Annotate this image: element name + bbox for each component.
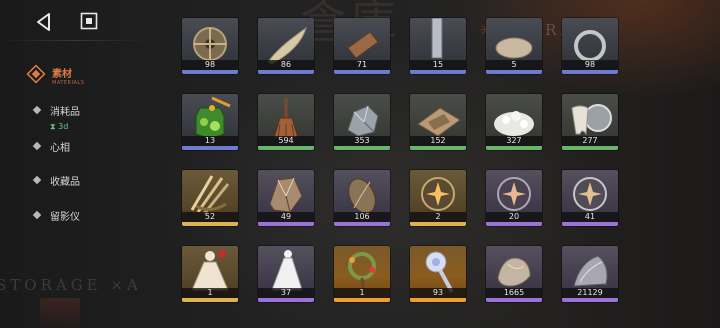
item-count: 152 [410, 136, 466, 146]
quality-bar [486, 222, 542, 226]
quality-bar [486, 298, 542, 302]
inventory-slot-clay[interactable]: 5 [486, 18, 542, 74]
inventory-slot-rose-orb[interactable]: 20 [486, 170, 542, 226]
quality-bar [182, 146, 238, 150]
item-count: 1 [334, 288, 390, 298]
item-count: 52 [182, 212, 238, 222]
inventory-slot-feather[interactable]: 86 [258, 18, 314, 74]
item-count: 37 [258, 288, 314, 298]
quality-bar [562, 298, 618, 302]
inventory-slot-seed-shell[interactable]: 106 [334, 170, 390, 226]
salt-crystal-icon [494, 111, 534, 136]
item-count: 277 [562, 136, 618, 146]
rose-orb-icon [497, 177, 531, 211]
seed-shell-icon [348, 178, 376, 214]
quality-bar [410, 222, 466, 226]
tooth-lens-icon [571, 104, 612, 136]
item-count: 13 [182, 136, 238, 146]
quality-bar [258, 146, 314, 150]
inventory-slot-silver-shard[interactable]: 21129 [562, 246, 618, 302]
quality-bar [182, 298, 238, 302]
quality-bar [182, 222, 238, 226]
ore-icon [347, 105, 379, 137]
quality-bar [182, 70, 238, 74]
inventory-slot-blade[interactable]: 15 [410, 18, 466, 74]
silver-shard-icon [573, 255, 608, 287]
wood-icon [347, 31, 379, 59]
silver-orb-icon [573, 177, 607, 211]
item-count: 1665 [486, 288, 542, 298]
quality-bar [562, 70, 618, 74]
quality-bar [410, 298, 466, 302]
item-count: 353 [334, 136, 390, 146]
golden-orb-icon [421, 177, 455, 211]
dress-doll-icon [191, 250, 229, 291]
clay-shell-icon [497, 257, 531, 287]
inventory-slot-honey-jar[interactable]: 13 [182, 94, 238, 150]
ring-icon [574, 30, 606, 62]
quality-bar [562, 222, 618, 226]
quality-bar [334, 222, 390, 226]
inventory-slot-gown[interactable]: 37 [258, 246, 314, 302]
clay-icon [495, 37, 533, 59]
inventory-slot-ore[interactable]: 353 [334, 94, 390, 150]
quality-bar [258, 298, 314, 302]
item-count: 106 [334, 212, 390, 222]
quality-bar [486, 70, 542, 74]
quality-bar [410, 70, 466, 74]
crystal-rock-icon [269, 177, 303, 213]
item-count: 21129 [562, 288, 618, 298]
item-count: 93 [410, 288, 466, 298]
inventory-slot-tooth-lens[interactable]: 277 [562, 94, 618, 150]
quality-bar [334, 146, 390, 150]
feather-icon [267, 26, 307, 65]
gown-icon [271, 250, 303, 291]
inventory-slot-bundle-sticks[interactable]: 52 [182, 170, 238, 226]
inventory-slot-clay-shell[interactable]: 1665 [486, 246, 542, 302]
inventory-grid: 98 86 71 15 5 98 13 594 353 152 327 277 … [0, 0, 720, 328]
item-count: 71 [334, 60, 390, 70]
item-count: 98 [182, 60, 238, 70]
quality-bar [410, 146, 466, 150]
inventory-slot-salt-crystal[interactable]: 327 [486, 94, 542, 150]
broom-icon [273, 98, 299, 139]
cloth-scraps-icon [417, 107, 461, 137]
quality-bar [334, 298, 390, 302]
inventory-slot-broom[interactable]: 594 [258, 94, 314, 150]
bundle-sticks-icon [190, 175, 230, 215]
quality-bar [562, 146, 618, 150]
item-count: 5 [486, 60, 542, 70]
item-count: 594 [258, 136, 314, 146]
inventory-slot-ring[interactable]: 98 [562, 18, 618, 74]
item-count: 327 [486, 136, 542, 146]
item-count: 98 [562, 60, 618, 70]
blade-icon [431, 18, 443, 59]
item-count: 15 [410, 60, 466, 70]
item-count: 2 [410, 212, 466, 222]
item-count: 86 [258, 60, 314, 70]
inventory-slot-scepter[interactable]: 93 [410, 246, 466, 302]
gear-icon [193, 27, 227, 61]
item-count: 49 [258, 212, 314, 222]
quality-bar [258, 222, 314, 226]
inventory-slot-wreath-staff[interactable]: 1 [334, 246, 390, 302]
scepter-icon [425, 251, 454, 293]
item-count: 41 [562, 212, 618, 222]
inventory-slot-golden-orb[interactable]: 2 [410, 170, 466, 226]
item-count: 20 [486, 212, 542, 222]
inventory-slot-dress-doll[interactable]: 1 [182, 246, 238, 302]
inventory-slot-gear[interactable]: 98 [182, 18, 238, 74]
item-count: 1 [182, 288, 238, 298]
wreath-staff-icon [348, 252, 376, 294]
quality-bar [334, 70, 390, 74]
quality-bar [486, 146, 542, 150]
inventory-slot-wood[interactable]: 71 [334, 18, 390, 74]
inventory-slot-cloth-scraps[interactable]: 152 [410, 94, 466, 150]
quality-bar [258, 70, 314, 74]
storage-screen: 倉庫 ✳STORAGE STORAGE ×A 素材 MATERIALS 消耗品 … [0, 0, 720, 328]
inventory-slot-crystal-rock[interactable]: 49 [258, 170, 314, 226]
honey-jar-icon [195, 96, 231, 138]
inventory-slot-silver-orb[interactable]: 41 [562, 170, 618, 226]
